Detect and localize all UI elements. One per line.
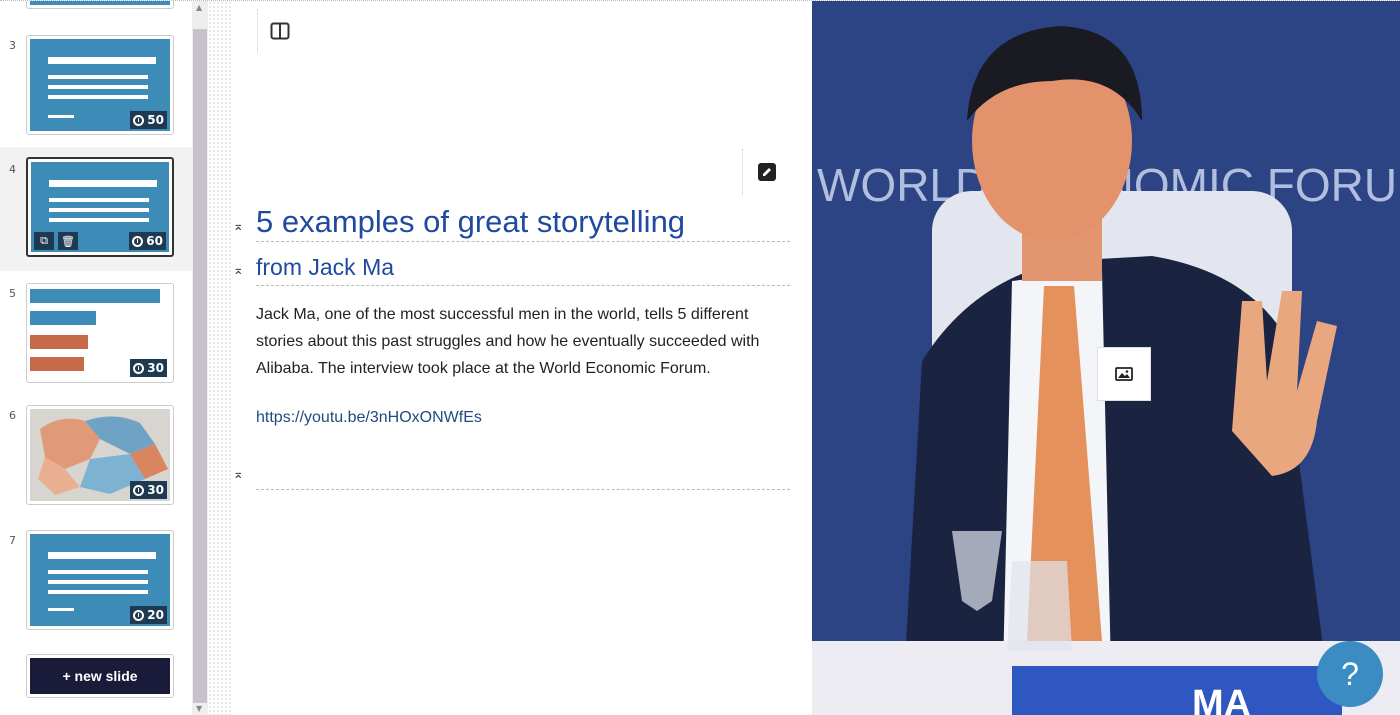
clock-icon xyxy=(133,609,145,621)
editor-gutter xyxy=(208,1,232,715)
slide-timer: 20 xyxy=(130,606,167,624)
collapse-icon[interactable]: ⌅ xyxy=(233,263,244,278)
collapse-icon[interactable]: ⌅ xyxy=(233,467,244,482)
trash-icon[interactable]: 🗑 xyxy=(58,232,78,250)
body-divider xyxy=(256,489,790,490)
clock-icon xyxy=(133,362,145,374)
change-image-button[interactable] xyxy=(1097,347,1151,401)
slide-row-4[interactable]: 4 ⧉ 🗑 60 xyxy=(0,147,192,271)
slide-row-6[interactable]: 6 30 xyxy=(0,401,192,511)
new-slide-label: + new slide xyxy=(30,658,170,694)
slide-timer: 50 xyxy=(130,111,167,129)
scroll-up-icon[interactable]: ▲ xyxy=(196,3,202,12)
slide-body-text[interactable]: Jack Ma, one of the most successful men … xyxy=(256,301,796,382)
slide-number: 3 xyxy=(9,39,16,52)
clock-icon xyxy=(133,484,145,496)
edit-button[interactable] xyxy=(742,149,790,195)
slide-number: 7 xyxy=(9,534,16,547)
slide-thumbnail[interactable] xyxy=(26,1,174,9)
slide-row-3[interactable]: 3 50 xyxy=(0,31,192,141)
slide-row-5[interactable]: 5 30 xyxy=(0,279,192,389)
help-button[interactable]: ? xyxy=(1317,641,1383,707)
slide-subtitle[interactable]: from Jack Ma xyxy=(256,254,790,286)
video-link[interactable]: https://youtu.be/3nHOxONWfEs xyxy=(256,409,482,427)
slide-row-7[interactable]: 7 20 xyxy=(0,526,192,636)
new-slide-button[interactable]: + new slide xyxy=(26,654,174,698)
copy-icon[interactable]: ⧉ xyxy=(34,232,54,250)
slide-thumbnail[interactable]: 30 xyxy=(26,405,174,505)
slide-timer: 30 xyxy=(130,481,167,499)
clock-icon xyxy=(133,114,145,126)
app: 3 50 4 ⧉ 🗑 60 5 30 6 30 7 20 + new slide… xyxy=(0,0,1400,715)
layout-columns-icon xyxy=(270,22,289,40)
clock-icon xyxy=(132,235,144,247)
slide-sidebar: 3 50 4 ⧉ 🗑 60 5 30 6 30 7 20 + new slide xyxy=(0,1,192,715)
image-icon xyxy=(1115,367,1133,381)
slide-thumbnail[interactable]: 30 xyxy=(26,283,174,383)
scroll-down-icon[interactable]: ▼ xyxy=(196,704,202,713)
slide-row-partial[interactable] xyxy=(0,1,192,9)
layout-toggle-button[interactable] xyxy=(257,9,301,53)
slide-thumbnail-selected[interactable]: ⧉ 🗑 60 xyxy=(26,157,174,257)
nameplate-text: MA xyxy=(1192,683,1251,715)
sidebar-scrollbar[interactable]: ▲ ▼ xyxy=(192,1,208,715)
slide-thumbnail[interactable]: 20 xyxy=(26,530,174,630)
collapse-icon[interactable]: ⌅ xyxy=(233,219,244,234)
slide-timer: 30 xyxy=(130,359,167,377)
slide-timer: 60 xyxy=(129,232,166,250)
slide-thumbnail[interactable]: 50 xyxy=(26,35,174,135)
pencil-icon xyxy=(757,163,776,181)
slide-number: 6 xyxy=(9,409,16,422)
slide-number: 5 xyxy=(9,287,16,300)
slide-title[interactable]: 5 examples of great storytelling xyxy=(256,204,790,242)
scroll-thumb[interactable] xyxy=(193,29,207,703)
slide-number: 4 xyxy=(9,163,16,176)
